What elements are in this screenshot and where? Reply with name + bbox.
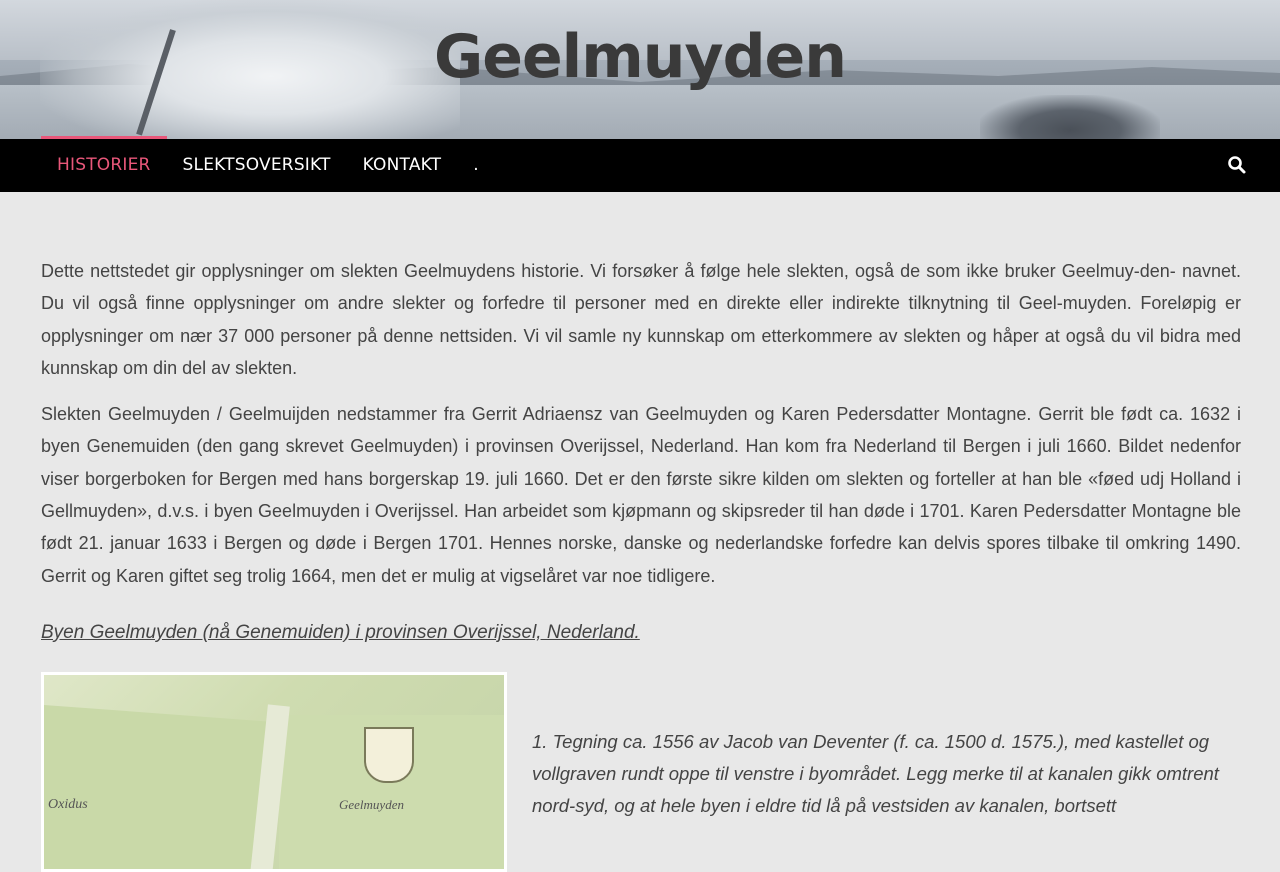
search-icon bbox=[1228, 156, 1246, 174]
main-content: Dette nettstedet gir opplysninger om sle… bbox=[41, 255, 1241, 872]
map-field-left bbox=[44, 704, 274, 869]
map-image[interactable]: Oxidus Geelmuyden bbox=[41, 671, 507, 872]
nav-item-kontakt[interactable]: KONTAKT bbox=[347, 139, 458, 192]
site-title[interactable]: Geelmuyden bbox=[0, 22, 1280, 92]
main-navigation: HISTORIER SLEKTSOVERSIKT KONTAKT . bbox=[0, 136, 1280, 192]
nav-item-slektsoversikt[interactable]: SLEKTSOVERSIKT bbox=[167, 139, 347, 192]
figure-row: Oxidus Geelmuyden 1. Tegning ca. 1556 av… bbox=[41, 671, 1241, 872]
header-banner: Geelmuyden bbox=[0, 0, 1280, 139]
intro-paragraph: Dette nettstedet gir opplysninger om sle… bbox=[41, 261, 1241, 378]
nav-menu: HISTORIER SLEKTSOVERSIKT KONTAKT . bbox=[41, 136, 495, 192]
map-castle-shield bbox=[364, 726, 414, 783]
map-text-right: Geelmuyden bbox=[339, 796, 404, 812]
figure-caption: 1. Tegning ca. 1556 av Jacob van Devente… bbox=[532, 730, 1219, 816]
map-text-left: Oxidus bbox=[48, 796, 88, 812]
nav-item-historier[interactable]: HISTORIER bbox=[41, 136, 167, 192]
banner-trees-right bbox=[980, 95, 1160, 139]
nav-item-dot[interactable]: . bbox=[457, 139, 495, 192]
search-button[interactable] bbox=[1226, 154, 1248, 176]
origin-paragraph: Slekten Geelmuyden / Geelmuijden nedstam… bbox=[41, 404, 1241, 586]
section-link-geelmuyden[interactable]: Byen Geelmuyden (nå Genemuiden) i provin… bbox=[41, 622, 1241, 644]
